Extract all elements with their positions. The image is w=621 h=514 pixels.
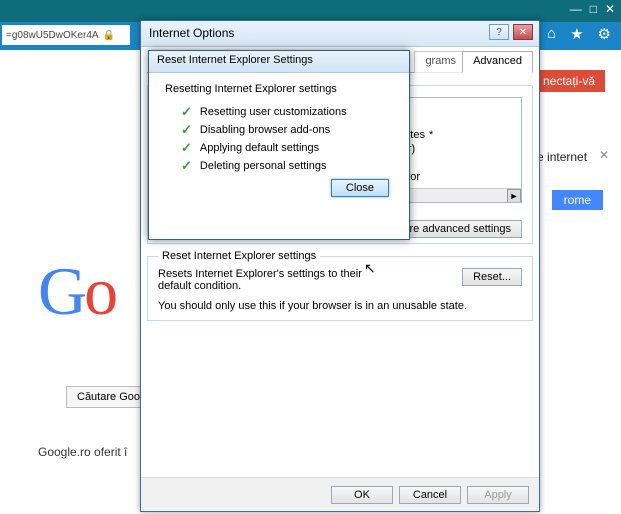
help-button[interactable]: ? (489, 24, 509, 40)
lock-icon: 🔒 (103, 30, 115, 41)
reset-progress-dialog: Reset Internet Explorer Settings Resetti… (148, 50, 410, 240)
outer-minimize-button[interactable]: ― (570, 2, 582, 16)
gear-icon[interactable]: ⚙ (598, 25, 611, 43)
apply-button[interactable]: Apply (467, 486, 529, 504)
reset-fieldset: Reset Internet Explorer settings Resets … (147, 250, 533, 321)
close-button[interactable]: ✕ (513, 24, 533, 40)
reset-step: ✓Applying default settings (181, 141, 393, 154)
close-button[interactable]: Close (331, 179, 389, 197)
close-icon[interactable]: ✕ (599, 148, 609, 162)
address-bar[interactable]: =g08wU5DwOKer4A 🔒 (2, 25, 130, 45)
tab-advanced[interactable]: Advanced (462, 51, 533, 73)
outer-close-button[interactable]: ✕ (605, 2, 615, 16)
reset-dialog-heading: Resetting Internet Explorer settings (165, 83, 393, 95)
check-icon: ✓ (181, 159, 192, 172)
reset-text: Resets Internet Explorer's settings to t… (158, 268, 388, 292)
reset-dialog-titlebar[interactable]: Reset Internet Explorer Settings (149, 51, 409, 73)
home-icon[interactable]: ⌂ (547, 25, 556, 43)
outer-maximize-button[interactable]: □ (590, 2, 597, 16)
reset-legend: Reset Internet Explorer settings (158, 250, 320, 262)
reset-warning: You should only use this if your browser… (158, 300, 522, 312)
check-icon: ✓ (181, 141, 192, 154)
signin-button[interactable]: nectați-vă (533, 70, 605, 92)
reset-button[interactable]: Reset... (462, 268, 522, 286)
google-offered-text: Google.ro oferit î (38, 445, 127, 459)
google-search-button[interactable]: Căutare Goo (66, 386, 151, 408)
check-icon: ✓ (181, 123, 192, 136)
reset-step: ✓Resetting user customizations (181, 105, 393, 118)
promo-button[interactable]: rome (552, 190, 603, 210)
reset-step: ✓Disabling browser add-ons (181, 123, 393, 136)
outer-app-titlebar: ― □ ✕ (0, 0, 621, 22)
favorites-icon[interactable]: ★ (570, 25, 583, 43)
reset-dialog-title: Reset Internet Explorer Settings (157, 54, 313, 66)
scroll-right-button[interactable]: ► (507, 189, 521, 203)
url-text: =g08wU5DwOKer4A (6, 30, 99, 41)
internet-options-titlebar[interactable]: Internet Options ? ✕ (141, 21, 539, 47)
google-logo: Go (38, 252, 115, 331)
tab-programs[interactable]: grams (414, 51, 467, 73)
dialog-button-row: OK Cancel Apply (141, 477, 539, 511)
window-title: Internet Options (149, 26, 234, 40)
cancel-button[interactable]: Cancel (399, 486, 461, 504)
reset-step: ✓Deleting personal settings (181, 159, 393, 172)
ok-button[interactable]: OK (331, 486, 393, 504)
check-icon: ✓ (181, 105, 192, 118)
